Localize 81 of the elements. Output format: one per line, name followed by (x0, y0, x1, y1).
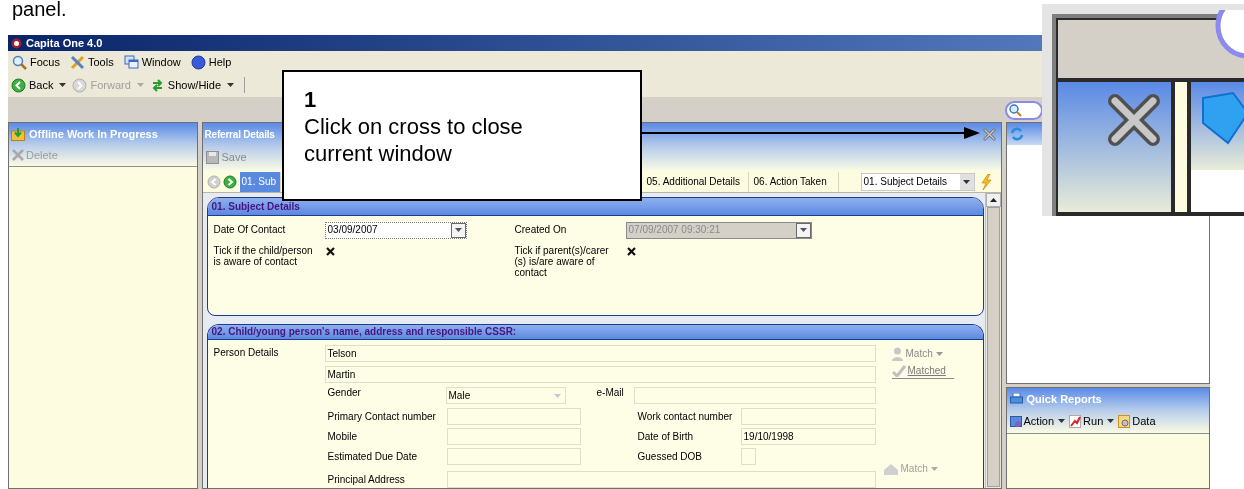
input-field[interactable] (740, 408, 876, 425)
field-label: Gender (327, 387, 362, 399)
data-file-icon (1118, 414, 1131, 428)
caret-icon (935, 352, 943, 356)
panel-title: Offline Work In Progress (29, 127, 158, 141)
lightning-icon (978, 173, 993, 190)
caret-icon[interactable] (1058, 419, 1066, 423)
caret-icon (227, 83, 234, 87)
caret-icon (454, 228, 462, 232)
windows-icon (123, 54, 139, 70)
magnifier-icon (12, 54, 27, 70)
input-field[interactable] (446, 448, 581, 465)
menu-item[interactable]: Tools (69, 54, 114, 70)
callout-text: Click on cross to close current window (304, 113, 524, 167)
check-mark-icon (891, 365, 906, 377)
field-label: Person Details (213, 346, 280, 359)
field-label: Guessed DOB (637, 450, 703, 463)
person-icon (891, 347, 903, 361)
gear-report-icon (1009, 414, 1022, 428)
up-arrow-icon (989, 198, 997, 202)
menu-item[interactable]: Help (190, 54, 232, 70)
section-title: 01. Subject Details (211, 200, 300, 213)
field-label: Created On (514, 224, 568, 236)
input-field[interactable] (446, 428, 581, 445)
document-text: panel. (12, 0, 67, 20)
caret-icon[interactable] (1107, 419, 1115, 423)
gender-dropdown[interactable]: Male (445, 387, 566, 404)
input-field[interactable]: 19/10/1998 (740, 428, 876, 445)
checkbox[interactable] (324, 245, 337, 257)
field-label: Date Of Contact (213, 224, 287, 236)
email-field[interactable] (633, 387, 876, 404)
report-button[interactable]: Action (1009, 414, 1055, 428)
panel-title: Quick Reports (1026, 392, 1102, 406)
input-field[interactable] (446, 408, 581, 425)
panel-title: Referral Details (204, 127, 275, 141)
cross-icon (12, 149, 24, 161)
field-label: Principal Address (327, 473, 406, 486)
report-button[interactable]: Run (1069, 414, 1104, 428)
caret-icon (963, 179, 971, 184)
forename-field[interactable]: Martin (324, 366, 876, 383)
surname-field[interactable]: Telson (324, 345, 876, 362)
scrollbar[interactable] (984, 193, 1001, 488)
match-button[interactable]: Match (891, 347, 972, 361)
close-button[interactable] (981, 126, 998, 142)
caret-icon (799, 228, 807, 232)
checkbox[interactable] (740, 448, 756, 465)
field-label: Date of Birth (637, 430, 695, 443)
field-label: Work contact number (637, 410, 734, 423)
date-field[interactable]: 03/09/2007 (324, 221, 467, 239)
field-label: Estimated Due Date (327, 450, 419, 463)
help-icon (190, 54, 206, 70)
checkbox[interactable] (625, 245, 638, 257)
toolbar-button[interactable]: Back (11, 77, 54, 93)
address-field[interactable] (446, 471, 876, 488)
field-label: Primary Contact number (327, 410, 437, 423)
caret-icon (930, 467, 938, 471)
section-dropdown[interactable]: 01. Subject Details (860, 172, 975, 191)
refresh-arrows-icon (1009, 127, 1024, 141)
caret-icon (136, 83, 144, 87)
tools-icon (69, 54, 85, 70)
section-title: 02. Child/young person's name, address and responsible CSSR: (211, 326, 517, 338)
step-number: 1 (304, 86, 318, 113)
house-icon (883, 463, 898, 475)
field-label: Tick if parent(s)/carer (s) is/are aware of contact (514, 245, 610, 278)
app-logo-icon (11, 37, 22, 49)
menu-item[interactable]: Window (123, 54, 181, 70)
search-field[interactable] (1005, 101, 1043, 120)
folder-download-icon (11, 127, 25, 141)
caret-icon (59, 83, 67, 87)
matched-link[interactable]: Matched (907, 365, 946, 377)
chart-icon (1069, 414, 1082, 428)
report-button[interactable]: Data (1118, 414, 1156, 428)
window-title: Capita One 4.0 (26, 36, 103, 50)
field-label: Tick if the child/person is aware of contact (213, 245, 314, 267)
toolbar-button[interactable]: Show/Hide (149, 77, 221, 93)
search-icon (1009, 104, 1022, 117)
printer-icon (1009, 393, 1023, 405)
field-label: e-Mail (596, 387, 625, 399)
caret-icon (553, 393, 561, 398)
field-label: Mobile (327, 430, 358, 443)
menu-item[interactable]: Focus (12, 54, 60, 70)
